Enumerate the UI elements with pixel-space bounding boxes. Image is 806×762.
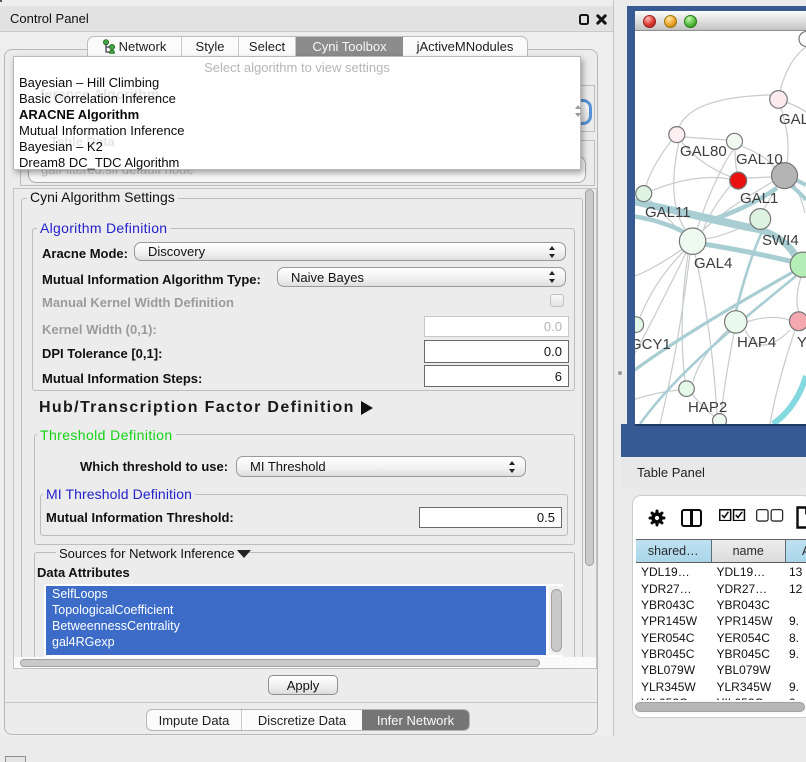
svg-text:GAL1: GAL1 xyxy=(740,190,778,207)
svg-text:GCY1: GCY1 xyxy=(635,336,671,353)
svg-text:GAL7: GAL7 xyxy=(779,111,806,128)
svg-text:HAP4: HAP4 xyxy=(737,334,776,351)
svg-text:GAL80: GAL80 xyxy=(680,143,727,160)
svg-text:GAL10: GAL10 xyxy=(736,151,783,168)
svg-text:GAL4: GAL4 xyxy=(694,255,732,272)
svg-text:GAL11: GAL11 xyxy=(645,204,691,221)
svg-text:SWI4: SWI4 xyxy=(762,232,799,249)
svg-text:Y: Y xyxy=(797,334,806,351)
svg-text:HAP2: HAP2 xyxy=(688,399,727,416)
